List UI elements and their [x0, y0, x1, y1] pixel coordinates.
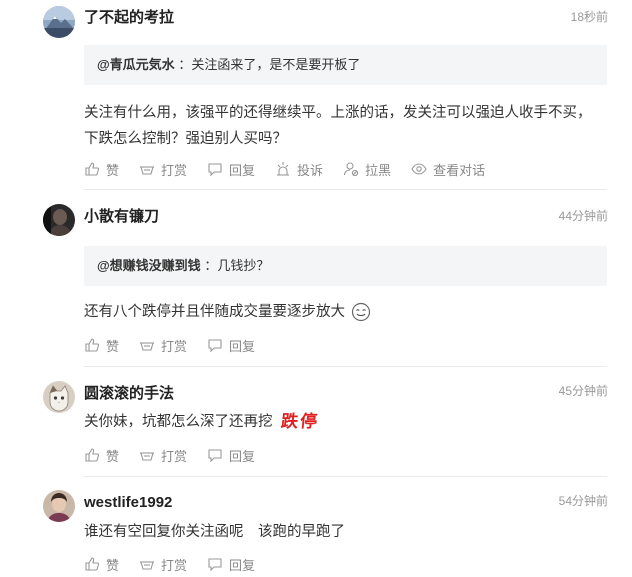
like-button[interactable]: 赞 — [84, 555, 119, 574]
comment-text: 还有八个跌停并且伴随成交量要逐步放大 — [84, 304, 345, 320]
comment-time: 44分钟前 — [558, 209, 608, 223]
comment-actions: 赞 打赏 回复 — [84, 554, 275, 574]
like-button[interactable]: 赞 — [84, 446, 119, 465]
tip-button[interactable]: 打赏 — [139, 446, 187, 465]
tip-icon — [140, 342, 155, 351]
quoted-text: 关注函来了，是不是要开板了 — [191, 57, 361, 72]
quote-separator: ： — [178, 57, 192, 72]
comment-text-row: 还有八个跌停并且伴随成交量要逐步放大 — [84, 299, 604, 325]
report-label: 投诉 — [297, 162, 324, 178]
dark-avatar-icon — [43, 204, 75, 236]
view-conversation-label: 查看对话 — [433, 162, 486, 178]
comment-text: 关你妹，坑都怎么深了还再挖 — [84, 414, 273, 430]
comment-text: 谁还有空回复你关注函呢 该跑的早跑了 — [84, 524, 345, 540]
thumbs-up-icon — [85, 557, 100, 571]
thumbs-up-icon — [85, 448, 100, 462]
quoted-text: 几钱抄？ — [217, 258, 270, 273]
eye-icon — [411, 163, 427, 175]
mountain-avatar-icon — [43, 6, 75, 38]
quoted-reply: @青瓜元気水 ：关注函来了，是不是要开板了 — [84, 45, 607, 85]
reply-icon — [208, 163, 222, 177]
reply-label: 回复 — [229, 448, 256, 464]
user-avatar[interactable] — [43, 6, 75, 38]
block-label: 拉黑 — [365, 162, 392, 178]
comment-text-row: 关你妹，坑都怎么深了还再挖 跌停 — [84, 409, 604, 435]
quoted-username[interactable]: @青瓜元気水 — [97, 57, 175, 72]
reply-label: 回复 — [229, 338, 256, 354]
user-avatar[interactable] — [43, 381, 75, 413]
block-user-icon — [344, 162, 359, 177]
like-label: 赞 — [106, 162, 120, 178]
tip-label: 打赏 — [161, 448, 188, 464]
comment-actions: 赞 打赏 回复 — [84, 445, 275, 465]
report-button[interactable]: 投诉 — [275, 160, 323, 179]
reply-button[interactable]: 回复 — [207, 160, 255, 179]
limit-down-sticker: 跌停 — [279, 412, 320, 433]
tip-button[interactable]: 打赏 — [139, 336, 187, 355]
quote-separator: ： — [204, 258, 218, 273]
reply-button[interactable]: 回复 — [207, 446, 255, 465]
view-conversation-button[interactable]: 查看对话 — [411, 160, 485, 179]
like-label: 赞 — [106, 448, 120, 464]
reply-icon — [208, 339, 222, 353]
comment-text: 关注有什么用，该强平的还得继续平。上涨的话，发关注可以强迫人收手不买，下跌怎么控… — [84, 105, 592, 147]
comment-actions: 赞 打赏 回复 投诉 拉黑 查看对话 — [84, 159, 505, 179]
portrait-avatar-icon — [43, 490, 75, 522]
report-icon — [277, 162, 290, 176]
tip-label: 打赏 — [161, 162, 188, 178]
reply-label: 回复 — [229, 557, 256, 573]
comment-time: 54分钟前 — [558, 494, 608, 508]
smile-emoji-icon — [351, 303, 371, 322]
username[interactable]: 了不起的考拉 — [84, 9, 174, 27]
reply-icon — [208, 449, 222, 463]
like-label: 赞 — [106, 557, 120, 573]
comment-actions: 赞 打赏 回复 — [84, 335, 275, 355]
tip-icon — [140, 452, 155, 461]
reply-button[interactable]: 回复 — [207, 336, 255, 355]
like-button[interactable]: 赞 — [84, 336, 119, 355]
like-button[interactable]: 赞 — [84, 160, 119, 179]
user-avatar[interactable] — [43, 204, 75, 236]
thumbs-up-icon — [85, 338, 100, 352]
comment-divider — [84, 476, 607, 477]
block-button[interactable]: 拉黑 — [343, 160, 391, 179]
comment-time: 18秒前 — [570, 10, 608, 24]
username[interactable]: westlife1992 — [84, 494, 172, 512]
reply-icon — [208, 558, 222, 572]
comment-time: 45分钟前 — [558, 384, 608, 398]
cat-avatar-icon — [43, 381, 75, 413]
quoted-reply: @想赚钱没赚到钱 ：几钱抄？ — [84, 246, 607, 286]
like-label: 赞 — [106, 338, 120, 354]
username[interactable]: 圆滚滚的手法 — [84, 385, 174, 403]
tip-button[interactable]: 打赏 — [139, 555, 187, 574]
tip-icon — [140, 561, 155, 570]
username[interactable]: 小散有镰刀 — [84, 208, 159, 226]
tip-button[interactable]: 打赏 — [139, 160, 187, 179]
tip-label: 打赏 — [161, 338, 188, 354]
comment-divider — [84, 189, 607, 190]
tip-label: 打赏 — [161, 557, 188, 573]
reply-label: 回复 — [229, 162, 256, 178]
reply-button[interactable]: 回复 — [207, 555, 255, 574]
tip-icon — [140, 166, 155, 175]
thumbs-up-icon — [85, 162, 100, 176]
comment-divider — [84, 366, 607, 367]
quoted-username[interactable]: @想赚钱没赚到钱 — [97, 258, 201, 273]
user-avatar[interactable] — [43, 490, 75, 522]
